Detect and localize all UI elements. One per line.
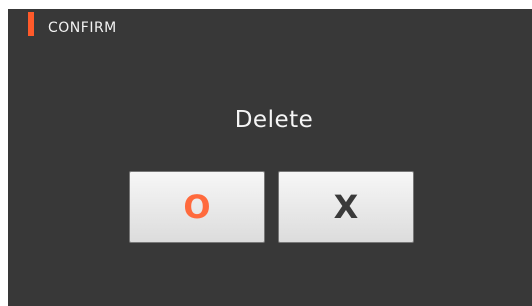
confirm-ok-button[interactable]: O (129, 171, 265, 243)
title-bar: CONFIRM (8, 9, 532, 49)
dialog-title: CONFIRM (48, 20, 117, 36)
confirm-cancel-button[interactable]: X (278, 171, 414, 243)
confirm-dialog: CONFIRM Delete O X (8, 9, 532, 306)
title-accent-bar (28, 12, 34, 36)
confirm-message: Delete (234, 107, 314, 133)
